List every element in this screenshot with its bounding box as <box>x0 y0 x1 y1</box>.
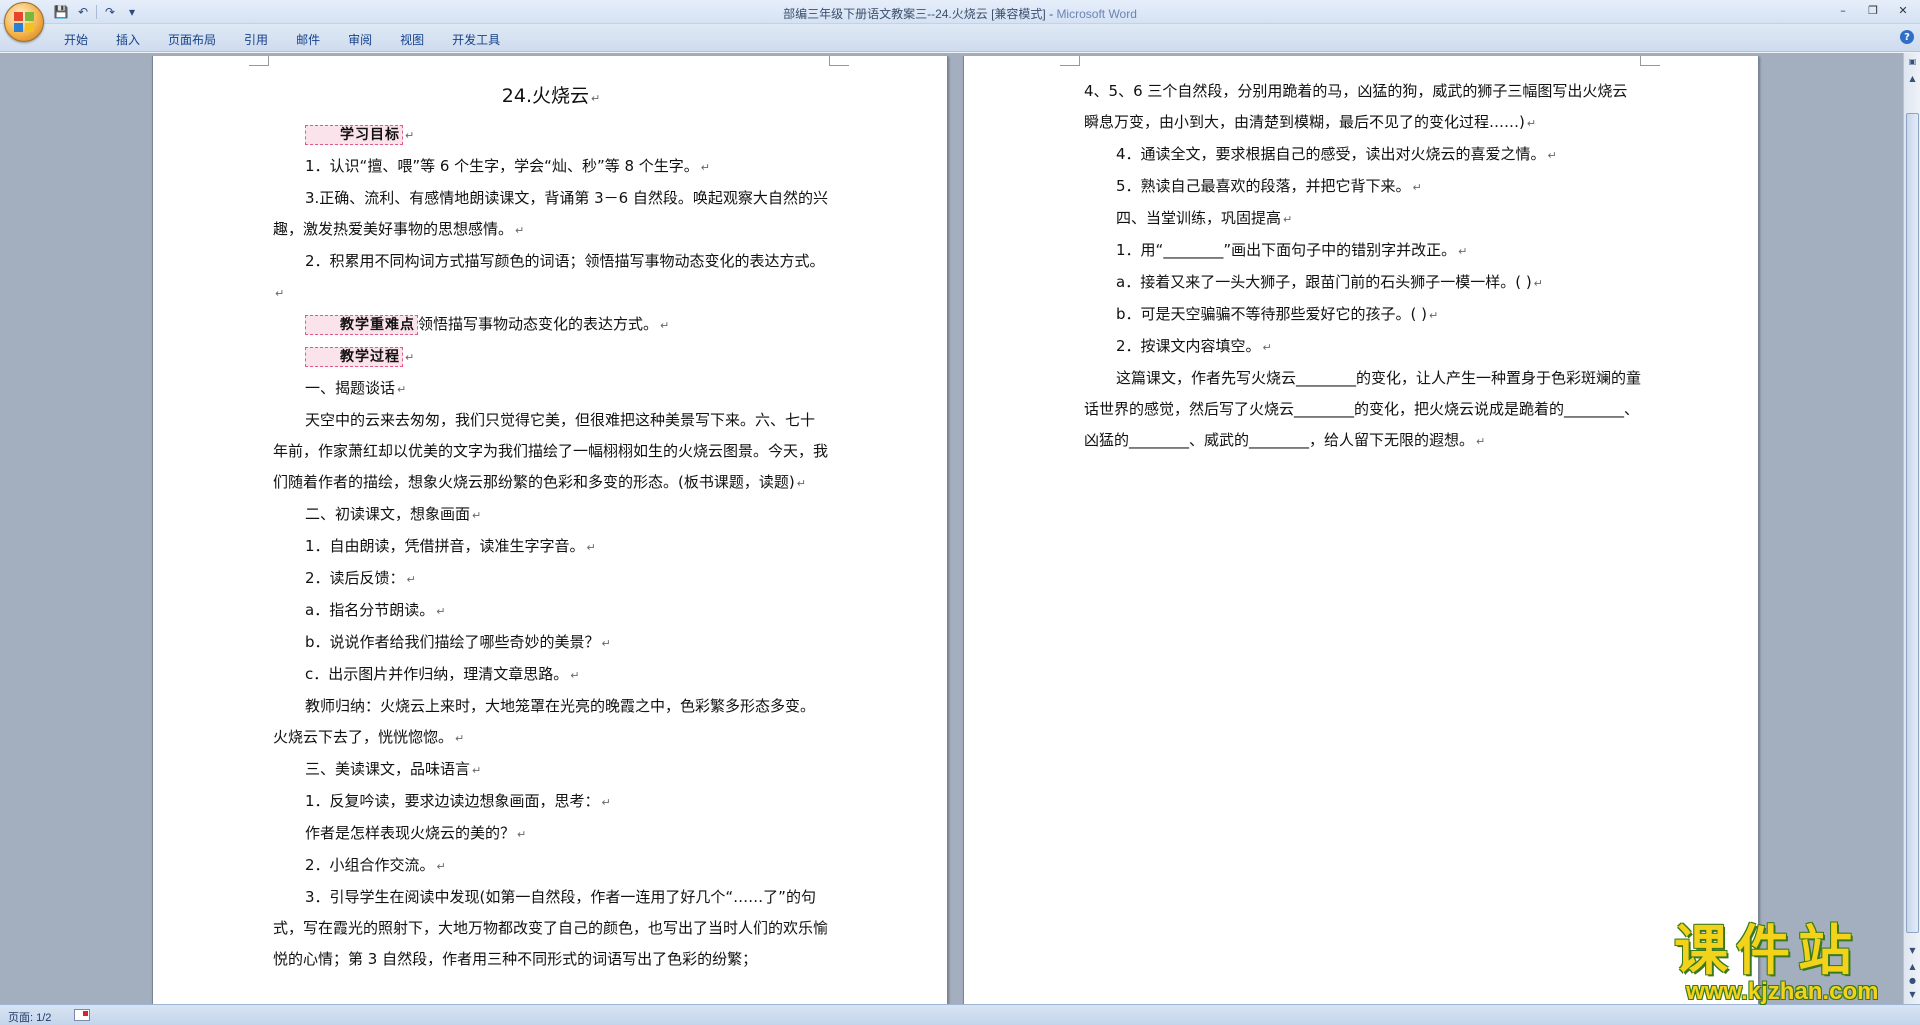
vertical-scrollbar[interactable]: ▣ ▲ ▼ ▲ ● ▼ <box>1903 53 1920 1004</box>
paragraph: a．指名分节朗读。 ↵ <box>305 601 446 619</box>
document-page-1[interactable]: 24.火烧云 ↵ 学习目标 ↵ 1．认识“擅、喂”等 6 个生字，学会“灿、秒”等 … <box>152 56 948 1004</box>
paragraph: 3．引导学生在阅读中发现(如第一自然段，作者一连用了好几个“……了”的句式，写在… <box>273 888 829 968</box>
paragraph: 4、5、6 三个自然段，分别用跪着的马，凶猛的狗，威武的狮子三幅图写出火烧云瞬息… <box>1084 82 1628 131</box>
minimize-button[interactable]: – <box>1832 2 1854 18</box>
document-page-2[interactable]: 4、5、6 三个自然段，分别用跪着的马，凶猛的狗，威武的狮子三幅图写出火烧云瞬息… <box>963 56 1759 1004</box>
watermark-url: www.kjzhan.com <box>1686 978 1879 1005</box>
document-name: 部编三年级下册语文教案三--24.火烧云 [兼容模式] - <box>783 7 1057 21</box>
macro-record-icon[interactable] <box>74 1009 90 1021</box>
paragraph: 作者是怎样表现火烧云的美的？ ↵ <box>305 824 527 842</box>
tab-developer[interactable]: 开发工具 <box>438 29 514 50</box>
margin-corner-mark <box>829 56 849 66</box>
scroll-up-icon[interactable]: ▲ <box>1905 71 1920 86</box>
window-title: 部编三年级下册语文教案三--24.火烧云 [兼容模式] - Microsoft … <box>0 5 1920 22</box>
paragraph: 5．熟读自己最喜欢的段落，并把它背下来。 ↵ <box>1116 177 1422 195</box>
tab-insert[interactable]: 插入 <box>102 29 154 50</box>
paragraph: 4．通读全文，要求根据自己的感受，读出对火烧云的喜爱之情。 ↵ <box>1116 145 1557 163</box>
paragraph: 2．按课文内容填空。 ↵ <box>1116 337 1272 355</box>
scroll-thumb[interactable] <box>1906 113 1919 933</box>
margin-corner-mark <box>1060 56 1080 66</box>
paragraph: 教学过程 ↵ <box>273 341 829 373</box>
paragraph: 这篇课文，作者先写火烧云________的变化，让人产生一种置身于色彩斑斓的童话… <box>1084 369 1642 449</box>
site-watermark: 课件站 www.kjzhan.com <box>1660 918 1900 1005</box>
paragraph: c．出示图片并作归纳，理清文章思路。 ↵ <box>305 665 580 683</box>
heading-key-points: 教学重难点 <box>305 315 418 335</box>
previous-page-icon[interactable]: ▲ <box>1905 959 1920 974</box>
heading-learning-goals: 学习目标 <box>305 125 403 145</box>
status-bar: 页面: 1/2 <box>0 1004 1920 1025</box>
page-1-body[interactable]: 24.火烧云 ↵ 学习目标 ↵ 1．认识“擅、喂”等 6 个生字，学会“灿、秒”等 … <box>273 76 829 975</box>
heading-teaching-process: 教学过程 <box>305 347 403 367</box>
paragraph: b．可是天空骗骗不等待那些爱好它的孩子。( ) ↵ <box>1116 305 1439 323</box>
tab-mailings[interactable]: 邮件 <box>282 29 334 50</box>
paragraph: 教师归纳：火烧云上来时，大地笼罩在光亮的晚霞之中，色彩繁多形态多变。火烧云下去了… <box>273 697 816 746</box>
paragraph: 天空中的云来去匆匆，我们只觉得它美，但很难把这种美景写下来。六、七十年前，作家萧… <box>273 411 829 491</box>
close-button[interactable]: ✕ <box>1892 2 1914 18</box>
office-button[interactable] <box>4 2 44 42</box>
title-bar: 💾 ↶ ↷ ▾ 部编三年级下册语文教案三--24.火烧云 [兼容模式] - Mi… <box>0 0 1920 42</box>
paragraph: 1．自由朗读，凭借拼音，读准生字字音。 ↵ <box>305 537 596 555</box>
paragraph: 三、美读课文，品味语言 ↵ <box>305 760 482 778</box>
window-controls: – ❐ ✕ <box>1832 2 1914 18</box>
tab-view[interactable]: 视图 <box>386 29 438 50</box>
paragraph: 二、初读课文，想象画面 ↵ <box>305 505 482 523</box>
paragraph: 教学重难点 领悟描写事物动态变化的表达方式。 ↵ <box>273 309 829 341</box>
page-indicator[interactable]: 页面: 1/2 <box>8 1009 51 1025</box>
watermark-chinese: 课件站 <box>1674 918 1860 982</box>
paragraph: 一、揭题谈话 ↵ <box>305 379 407 397</box>
paragraph: b．说说作者给我们描绘了哪些奇妙的美景？ ↵ <box>305 633 611 651</box>
document-title: 24.火烧云 ↵ <box>501 85 601 107</box>
paragraph: 3.正确、流利、有感情地朗读课文，背诵第 3－6 自然段。唤起观察大自然的兴趣，… <box>273 189 828 238</box>
help-icon[interactable]: ? <box>1900 30 1914 44</box>
tab-page-layout[interactable]: 页面布局 <box>154 29 230 50</box>
tab-references[interactable]: 引用 <box>230 29 282 50</box>
page-2-body[interactable]: 4、5、6 三个自然段，分别用跪着的马，凶猛的狗，威武的狮子三幅图写出火烧云瞬息… <box>1084 76 1642 457</box>
margin-corner-mark <box>249 56 269 66</box>
paragraph: 2．小组合作交流。 ↵ <box>305 856 446 874</box>
ribbon-tabs: 开始 插入 页面布局 引用 邮件 审阅 视图 开发工具 <box>50 29 514 50</box>
paragraph: 学习目标 ↵ <box>273 119 829 151</box>
office-logo-icon <box>14 12 34 32</box>
paragraph: 2．读后反馈： ↵ <box>305 569 416 587</box>
paragraph: 1．用“________”画出下面句子中的错别字并改正。 ↵ <box>1116 241 1468 259</box>
tab-home[interactable]: 开始 <box>50 29 102 50</box>
paragraph: 2．积累用不同构词方式描写颜色的词语；领悟描写事物动态变化的表达方式。↵ <box>275 252 825 300</box>
tab-review[interactable]: 审阅 <box>334 29 386 50</box>
margin-corner-mark <box>1640 56 1660 66</box>
maximize-button[interactable]: ❐ <box>1862 2 1884 18</box>
app-name: Microsoft Word <box>1056 7 1137 21</box>
paragraph: 四、当堂训练，巩固提高 ↵ <box>1116 209 1293 227</box>
paragraph: a．接着又来了一头大狮子，跟苗门前的石头狮子一模一样。( ) ↵ <box>1116 273 1543 291</box>
ribbon-tab-bar: 开始 插入 页面布局 引用 邮件 审阅 视图 开发工具 ? <box>0 24 1920 52</box>
document-workspace[interactable]: 24.火烧云 ↵ 学习目标 ↵ 1．认识“擅、喂”等 6 个生字，学会“灿、秒”等 … <box>0 53 1903 1004</box>
ruler-toggle-icon[interactable]: ▣ <box>1905 54 1920 69</box>
paragraph: 1．反复吟读，要求边读边想象画面，思考： ↵ <box>305 792 611 810</box>
paragraph: 1．认识“擅、喂”等 6 个生字，学会“灿、秒”等 8 个生字。 ↵ <box>305 157 711 175</box>
browse-object-icon[interactable]: ● <box>1905 973 1920 988</box>
next-page-icon[interactable]: ▼ <box>1905 987 1920 1002</box>
scroll-down-icon[interactable]: ▼ <box>1905 943 1920 958</box>
